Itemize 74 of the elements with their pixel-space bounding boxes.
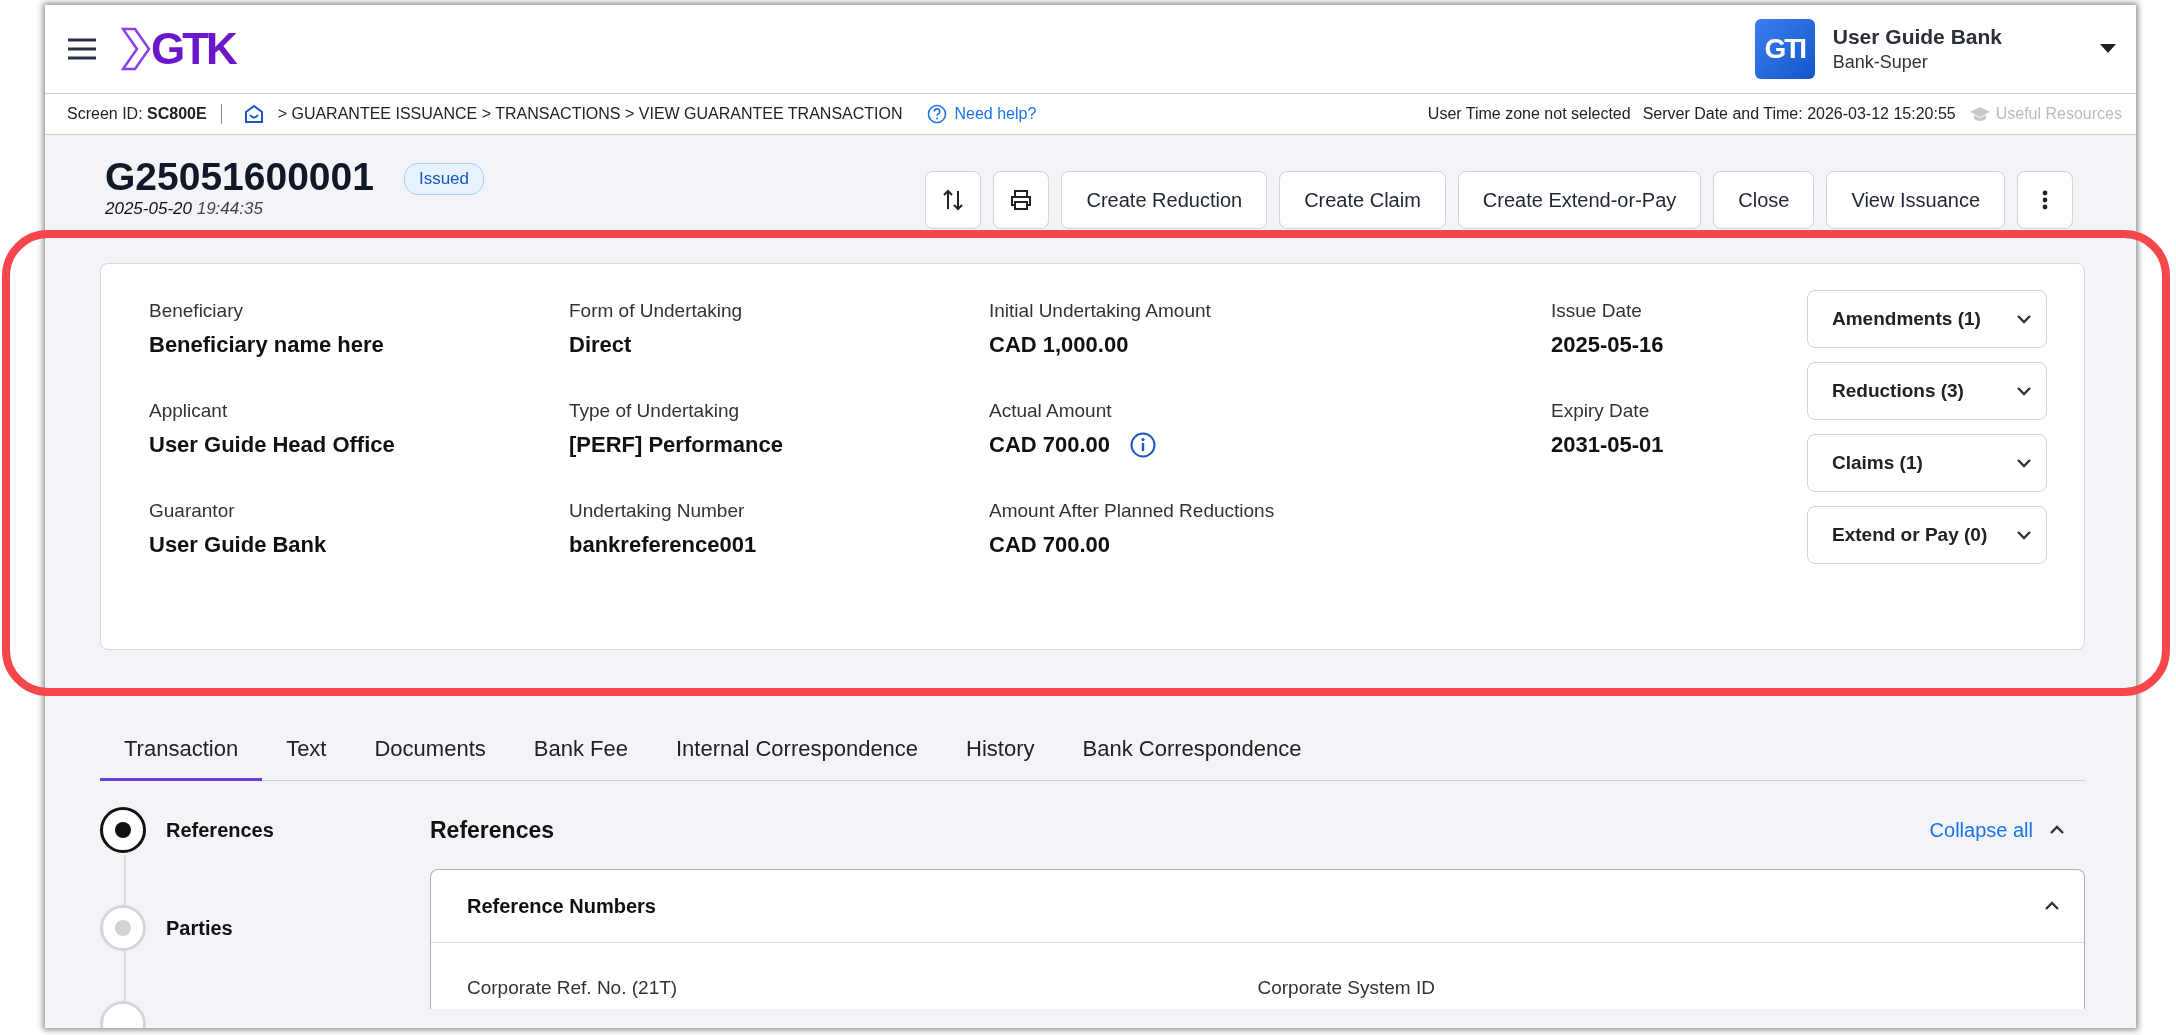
tab[interactable]: Internal Correspondence	[651, 720, 943, 781]
field-value: User Guide Head Office	[149, 432, 395, 458]
section-title: References	[430, 816, 555, 844]
screen-id: Screen ID: SC800E	[67, 105, 207, 123]
field-value: [PERF] Performance	[569, 432, 783, 458]
field-label: Applicant	[149, 400, 229, 422]
info-icon[interactable]	[1130, 432, 1157, 458]
field-label: Guarantor	[149, 500, 236, 522]
field-label: Form of Undertaking	[569, 300, 744, 322]
action-button[interactable]: Close	[1713, 171, 1815, 229]
field-value: bankreference001	[569, 532, 757, 558]
home-icon[interactable]	[243, 104, 264, 124]
bank-name: User Guide Bank	[1832, 25, 2002, 49]
chevron-down-icon	[2016, 386, 2032, 396]
collapse-all-link[interactable]: Collapse all	[1929, 818, 2085, 842]
tab[interactable]: Bank Fee	[509, 720, 652, 781]
tab[interactable]: Transaction	[100, 720, 263, 781]
bank-logo: GTI	[1754, 19, 1815, 79]
chevron-up-icon	[2044, 900, 2060, 911]
field-value: 2031-05-01	[1551, 432, 1664, 458]
user-role: Bank-Super	[1832, 52, 1929, 73]
field-value: 2025-05-16	[1551, 332, 1664, 358]
field-label: Type of Undertaking	[569, 400, 741, 422]
field-label: Corporate System ID	[1257, 977, 1436, 999]
field-label: Issue Date	[1551, 300, 1643, 322]
help-link[interactable]: Need help?	[926, 104, 1037, 124]
field-value: User Guide Bank	[149, 532, 327, 558]
transaction-id: G25051600001	[104, 155, 374, 199]
print-icon	[1010, 190, 1033, 210]
tab[interactable]: History	[942, 720, 1059, 781]
step-item[interactable]: Parties	[100, 903, 430, 953]
field-value: CAD 1,000.00	[989, 332, 1129, 358]
menu-icon[interactable]	[67, 38, 97, 60]
more-icon	[2042, 190, 2048, 210]
tab[interactable]: Text	[262, 720, 351, 781]
action-button[interactable]: Create Extend-or-Pay	[1457, 171, 1702, 229]
chevron-down-icon	[2016, 458, 2032, 468]
print-button[interactable]	[993, 171, 1050, 229]
field-label: Initial Undertaking Amount	[989, 300, 1212, 322]
graduation-cap-icon	[1969, 106, 1990, 122]
action-button[interactable]: View Issuance	[1826, 171, 2005, 229]
timezone-text: User Time zone not selected	[1427, 105, 1631, 123]
field-label: Corporate Ref. No. (21T)	[467, 977, 679, 999]
field-value: Beneficiary name here	[149, 332, 384, 358]
field-label: Undertaking Number	[569, 500, 746, 522]
field-label: Expiry Date	[1551, 400, 1651, 422]
transaction-datetime: 2025-05-20 19:44:35	[104, 199, 264, 219]
status-badge: Issued	[403, 163, 485, 195]
field-label: Actual Amount	[989, 400, 1113, 422]
tab[interactable]: Bank Correspondence	[1058, 720, 1326, 781]
action-button[interactable]: Create Claim	[1279, 171, 1446, 229]
sort-button[interactable]	[925, 171, 982, 229]
dropdown-button[interactable]: Extend or Pay (0)	[1807, 506, 2047, 564]
panel-title: Reference Numbers	[467, 894, 656, 918]
action-button[interactable]: Create Reduction	[1061, 171, 1268, 229]
field-value: CAD 700.00	[989, 432, 1111, 458]
field-value: Direct	[569, 332, 632, 358]
chevron-down-icon	[2016, 530, 2032, 540]
app-logo: GTK	[121, 24, 235, 74]
dropdown-button[interactable]: Claims (1)	[1807, 434, 2047, 492]
dropdown-button[interactable]: Reductions (3)	[1807, 362, 2047, 420]
step-item[interactable]: References	[100, 805, 430, 855]
field-value: CAD 700.00	[989, 532, 1111, 558]
server-time: Server Date and Time: 2026-03-12 15:20:55	[1642, 105, 1956, 123]
chevron-up-icon	[2049, 825, 2065, 835]
chevron-down-icon	[2016, 314, 2032, 324]
tab[interactable]: Documents	[350, 720, 510, 781]
field-label: Amount After Planned Reductions	[989, 500, 1276, 522]
breadcrumb-path: > GUARANTEE ISSUANCE > TRANSACTIONS > VIEW GUARANTEE TRANSACTION	[277, 105, 903, 123]
caret-icon[interactable]	[2100, 44, 2116, 54]
sort-icon	[942, 188, 965, 212]
dropdown-button[interactable]: Amendments (1)	[1807, 290, 2047, 348]
field-label: Beneficiary	[149, 300, 244, 322]
help-icon	[926, 104, 947, 124]
